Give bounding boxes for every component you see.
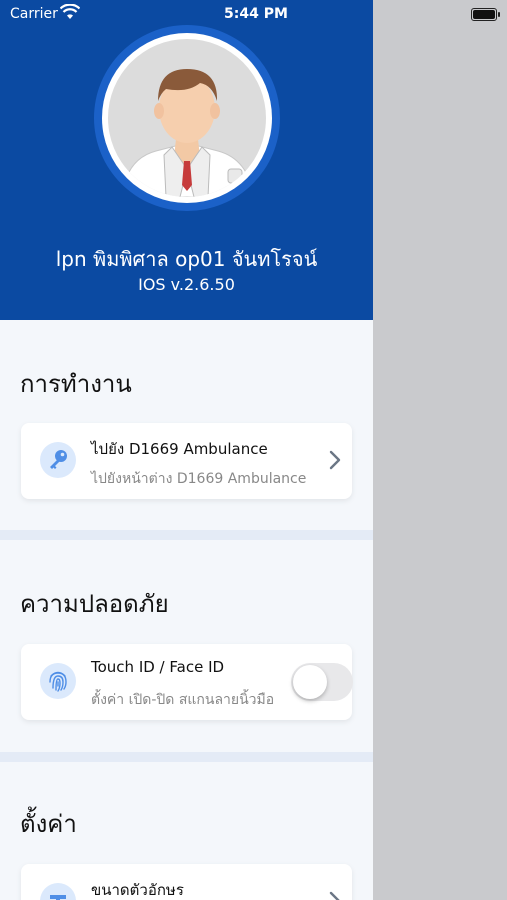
doctor-avatar-icon xyxy=(121,69,255,197)
chevron-right-icon xyxy=(326,449,344,471)
font-size-item-title: ขนาดตัวอักษร xyxy=(91,881,184,899)
battery-icon xyxy=(471,8,500,21)
key-icon xyxy=(40,442,76,478)
touch-id-item-title: Touch ID / Face ID xyxy=(91,658,225,676)
font-size-icon xyxy=(40,883,76,900)
app-version: IOS v.2.6.50 xyxy=(138,275,235,294)
user-name: lpn พิมพิศาล op01 จันทโรจน์ xyxy=(55,247,318,271)
toggle-knob xyxy=(293,665,327,699)
section-title-settings: ตั้งค่า xyxy=(20,810,77,838)
touch-id-toggle[interactable] xyxy=(291,663,353,701)
profile-header: lpn พิมพิศาล op01 จันทโรจน์ IOS v.2.6.50 xyxy=(0,0,373,320)
ambulance-menu-item[interactable]: ไปยัง D1669 Ambulance ไปยังหน้าต่าง D166… xyxy=(21,423,352,499)
section-title-security: ความปลอดภัย xyxy=(20,590,169,618)
status-bar: Carrier 5:44 PM xyxy=(0,0,507,28)
side-drawer: lpn พิมพิศาล op01 จันทโรจน์ IOS v.2.6.50… xyxy=(0,0,373,900)
wifi-icon xyxy=(59,3,81,24)
section-divider xyxy=(0,752,373,762)
fingerprint-icon xyxy=(40,663,76,699)
font-size-menu-item[interactable]: ขนาดตัวอักษร xyxy=(21,864,352,900)
avatar[interactable] xyxy=(94,25,280,211)
ambulance-item-title: ไปยัง D1669 Ambulance xyxy=(91,440,268,458)
section-title-work: การทำงาน xyxy=(20,370,132,398)
carrier-label: Carrier xyxy=(10,6,58,22)
chevron-right-icon xyxy=(326,890,344,900)
clock: 5:44 PM xyxy=(224,6,288,22)
section-divider xyxy=(0,530,373,540)
ambulance-item-subtitle: ไปยังหน้าต่าง D1669 Ambulance xyxy=(91,471,307,487)
touch-id-item-subtitle: ตั้งค่า เปิด-ปิด สแกนลายนิ้วมือ xyxy=(91,692,275,708)
